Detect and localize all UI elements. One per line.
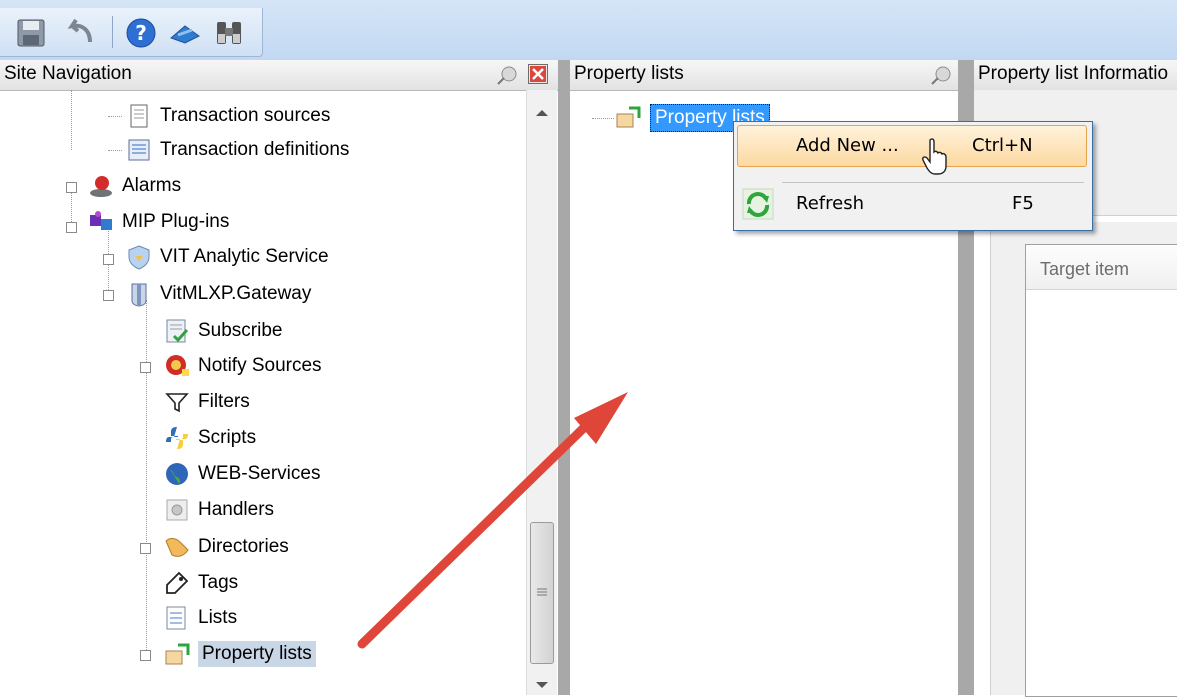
info-pane-header: Property list Informatio [974, 60, 1177, 91]
tree-item-subscribe[interactable]: Subscribe [164, 314, 283, 348]
tree-item-label: MIP Plug-ins [122, 211, 230, 232]
expand-notify-toggle[interactable] [140, 362, 151, 373]
filter-icon [165, 393, 189, 413]
menu-item-label: Refresh [796, 193, 864, 214]
tree-item-alarms[interactable]: Alarms [88, 169, 181, 203]
expand-alarms-toggle[interactable] [66, 182, 77, 193]
binoculars-icon[interactable] [212, 16, 246, 50]
tree-item-transaction-definitions[interactable]: Transaction definitions [126, 133, 349, 167]
save-icon[interactable] [14, 16, 48, 50]
menu-item-shortcut: F5 [1012, 193, 1034, 214]
tree-item-web-services[interactable]: WEB-Services [164, 457, 320, 491]
property-list-icon [616, 106, 641, 128]
tree-item-label: Scripts [198, 427, 257, 448]
tree-item-mip-plugins[interactable]: MIP Plug-ins [88, 205, 229, 239]
refresh-icon [742, 188, 774, 220]
annotation-arrow [357, 392, 628, 649]
tree-item-filters[interactable]: Filters [164, 385, 250, 419]
expand-property-lists-toggle[interactable] [140, 650, 151, 661]
subscribe-icon [166, 319, 189, 343]
menu-item-add-new[interactable]: Add New ... Ctrl+N [734, 126, 1092, 168]
tree-item-label: Notify Sources [198, 355, 322, 376]
tree-item-label: Alarms [122, 175, 182, 196]
tree-item-label: Property lists [198, 641, 316, 667]
tree-item-notify-sources[interactable]: Notify Sources [164, 349, 322, 383]
tree-item-label: Transaction sources [160, 105, 331, 126]
menu-item-shortcut: Ctrl+N [972, 135, 1033, 156]
site-navigation-title: Site Navigation [4, 63, 132, 84]
notify-icon [166, 355, 189, 376]
tree-item-property-lists[interactable]: Property lists [164, 637, 316, 671]
tree-line [108, 116, 122, 117]
target-item-list[interactable]: Target item [1025, 244, 1177, 697]
toolbar: ? [0, 0, 1177, 60]
handlers-icon [166, 499, 188, 521]
tree-item-handlers[interactable]: Handlers [164, 493, 274, 527]
list-icon [166, 606, 186, 630]
definitions-icon [128, 139, 150, 161]
undo-icon[interactable] [64, 16, 98, 50]
property-lists-header: Property lists [570, 60, 958, 91]
mouse-cursor-icon [922, 138, 947, 175]
cloud-icon[interactable] [168, 16, 202, 50]
tree-item-label: Tags [198, 572, 239, 593]
tree-item-label: WEB-Services [198, 463, 321, 484]
document-icon [130, 104, 148, 128]
property-list-icon [165, 643, 190, 665]
tree-item-vitmlxp-gateway[interactable]: VitMLXP.Gateway [126, 277, 311, 311]
tree-item-directories[interactable]: Directories [164, 530, 289, 564]
tree-item-label: Lists [198, 607, 238, 628]
python-icon [166, 427, 188, 449]
menu-separator [782, 182, 1084, 183]
tree-item-label: Filters [198, 391, 250, 412]
collapse-mip-toggle[interactable] [66, 222, 77, 233]
context-menu: Add New ... Ctrl+N Refresh F5 [733, 121, 1093, 231]
globe-icon [166, 463, 188, 485]
svg-text:?: ? [135, 21, 147, 45]
expand-directories-toggle[interactable] [140, 543, 151, 554]
tree-item-label: Directories [198, 536, 289, 557]
scroll-up-icon[interactable] [534, 108, 550, 118]
tree-item-vit-analytic-service[interactable]: VIT Analytic Service [126, 240, 329, 274]
tree-item-label: Handlers [198, 499, 275, 520]
expand-vit-toggle[interactable] [103, 254, 114, 265]
target-item-column-label: Target item [1040, 259, 1130, 279]
tree-line [146, 300, 147, 652]
gateway-icon [131, 283, 147, 307]
plugin-icon [90, 211, 112, 230]
menu-item-label: Add New ... [796, 135, 899, 156]
tree-item-label: Transaction definitions [160, 139, 350, 160]
site-navigation-header: Site Navigation [0, 60, 558, 91]
tag-icon [166, 571, 189, 594]
tree-item-label: Subscribe [198, 320, 283, 341]
tree-item-transaction-sources[interactable]: Transaction sources [126, 99, 330, 133]
tree-item-label: VIT Analytic Service [160, 246, 329, 267]
tree-line [592, 118, 614, 119]
tree-line [71, 90, 72, 150]
shield-icon [128, 245, 150, 270]
tree-item-scripts[interactable]: Scripts [164, 421, 256, 455]
alarm-icon [90, 176, 112, 197]
pin-icon[interactable] [930, 65, 952, 85]
collapse-gateway-toggle[interactable] [103, 290, 114, 301]
close-button[interactable] [528, 64, 548, 84]
property-lists-title: Property lists [574, 63, 684, 84]
info-pane-title: Property list Informatio [978, 63, 1169, 84]
tree-item-tags[interactable]: Tags [164, 566, 238, 600]
tree-line [108, 150, 122, 151]
toolbar-separator [112, 16, 113, 48]
menu-item-refresh[interactable]: Refresh F5 [734, 184, 1092, 226]
folder-icon [165, 538, 189, 557]
help-icon[interactable]: ? [124, 16, 158, 50]
pin-icon[interactable] [496, 65, 518, 85]
close-icon [530, 66, 546, 82]
target-item-header[interactable]: Target item [1026, 245, 1177, 290]
scroll-down-icon[interactable] [534, 680, 550, 690]
tree-item-label: VitMLXP.Gateway [160, 283, 312, 304]
tree-item-lists[interactable]: Lists [164, 601, 237, 635]
